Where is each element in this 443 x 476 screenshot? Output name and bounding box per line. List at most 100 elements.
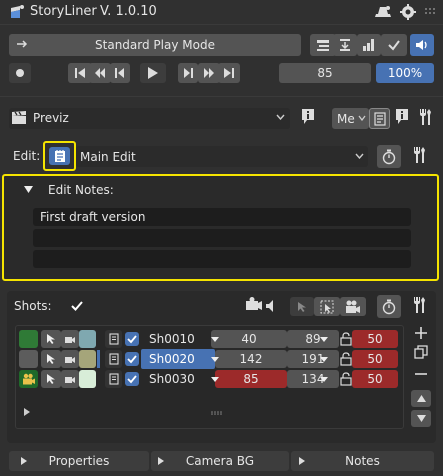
tab-camera-bg[interactable]: Camera BG [151, 451, 289, 471]
shot-notes-button[interactable] [105, 350, 122, 368]
shot-duration-field[interactable]: 50 [352, 330, 398, 348]
prev-frame-button[interactable] [110, 63, 130, 83]
list-resize-grip-icon[interactable] [211, 411, 223, 415]
edit-notes-toggle[interactable] [43, 141, 76, 171]
shot-enabled-checkbox[interactable] [125, 372, 139, 386]
shot-camera-swatch[interactable] [19, 370, 38, 388]
edit-tools-icon[interactable] [411, 146, 429, 166]
notepad-icon [54, 150, 65, 162]
shot-camera-button[interactable] [61, 330, 79, 348]
shot-lock-icon[interactable] [340, 352, 352, 366]
shot-name[interactable]: Sh0020 [149, 352, 195, 366]
sound-button[interactable] [410, 34, 434, 56]
duplicate-shot-icon[interactable] [414, 345, 428, 359]
hat-icon[interactable] [373, 3, 393, 21]
next-shot-button[interactable] [198, 63, 220, 83]
shot-notes-button[interactable] [105, 370, 122, 388]
camera-tool-button[interactable] [340, 297, 366, 316]
take-dropdown[interactable]: Previz [9, 108, 290, 129]
active-shot-marker [97, 350, 100, 368]
shot-start-field[interactable]: 142 [215, 350, 287, 368]
dropdown-arrow-icon[interactable] [10, 9, 18, 17]
shot-start-field[interactable]: 40 [211, 330, 287, 348]
shot-color-bar[interactable] [79, 330, 96, 348]
camera-sound-icon[interactable] [244, 297, 278, 315]
current-frame-field[interactable]: 85 [279, 63, 371, 83]
gear-icon[interactable] [399, 3, 417, 21]
check-button[interactable] [381, 34, 407, 56]
drag-handle-icon[interactable] [423, 6, 435, 18]
take-comment-icon[interactable] [394, 108, 412, 128]
stack-icon [317, 40, 329, 51]
shot-end-field[interactable]: 89 [287, 330, 339, 348]
shot-end-field[interactable]: 191 [287, 350, 339, 368]
prev-shot-button[interactable] [89, 63, 111, 83]
shot-select-button[interactable] [41, 330, 61, 348]
shot-name[interactable]: Sh0030 [149, 372, 195, 386]
tab-notes[interactable]: Notes [291, 451, 434, 471]
cursor-box-icon [320, 300, 334, 313]
play-mode-button[interactable]: Standard Play Mode [9, 34, 301, 56]
remove-shot-icon[interactable] [414, 367, 428, 381]
take-notes-button[interactable] [369, 108, 390, 129]
shot-select-button[interactable] [41, 370, 61, 388]
shot-color-swatch[interactable] [19, 330, 38, 348]
take-info-icon[interactable] [300, 108, 318, 128]
select-tool-button[interactable] [290, 297, 314, 316]
shot-end-field[interactable]: 134 [287, 370, 339, 388]
shots-enable-checkbox[interactable] [71, 300, 83, 312]
tab-properties[interactable]: Properties [9, 451, 149, 471]
record-button[interactable] [9, 63, 31, 83]
play-mode-label: Standard Play Mode [95, 38, 215, 52]
edit-timer-button[interactable] [377, 145, 401, 168]
shots-timer-button[interactable] [377, 295, 401, 318]
tools-icon[interactable] [417, 108, 435, 128]
me-dropdown[interactable]: Me [332, 108, 369, 129]
jump-end-button[interactable] [218, 63, 240, 83]
edit-notes-button[interactable] [49, 147, 70, 165]
playback-speed-field[interactable]: 100% [376, 63, 434, 83]
move-shot-up-button[interactable] [411, 390, 431, 407]
edit-dropdown[interactable]: Main Edit [76, 146, 368, 167]
film-camera-icon [346, 300, 360, 313]
shot-select-button[interactable] [41, 350, 61, 368]
shot-enabled-checkbox[interactable] [125, 352, 139, 366]
shot-end-value: 89 [305, 332, 321, 346]
shot-notes-button[interactable] [105, 330, 122, 348]
shots-tools-icon[interactable] [411, 296, 429, 316]
shot-notes-icon [108, 333, 119, 345]
play-button[interactable] [140, 63, 166, 83]
note-line-1[interactable]: First draft version [33, 208, 411, 226]
shot-color-swatch[interactable] [19, 350, 38, 368]
shot-lock-icon[interactable] [340, 372, 352, 386]
shot-lock-icon[interactable] [340, 332, 352, 346]
next-frame-button[interactable] [178, 63, 198, 83]
list-expand-triangle-icon[interactable] [24, 408, 30, 416]
shot-row[interactable]: Sh0010 40 89 50 [17, 329, 402, 349]
collapse-triangle-icon[interactable] [24, 186, 33, 194]
tab-triangle-icon [158, 457, 164, 465]
notes-icon [373, 111, 386, 126]
end-field-arrows [320, 335, 328, 389]
shot-duration-field[interactable]: 50 [352, 370, 398, 388]
note-line-3[interactable] [33, 250, 411, 268]
tab-notes-label: Notes [345, 454, 380, 468]
note-line-2[interactable] [33, 229, 411, 247]
shot-start-field-warning[interactable]: 85 [215, 370, 287, 388]
shot-row-selected[interactable]: Sh0020 142 191 50 [17, 349, 402, 369]
shot-camera-button[interactable] [61, 370, 79, 388]
select-active-button[interactable] [314, 297, 340, 316]
play-icon [148, 67, 158, 79]
shot-name[interactable]: Sh0010 [149, 332, 195, 346]
add-shot-icon[interactable] [414, 326, 428, 340]
move-shot-down-button[interactable] [411, 410, 431, 427]
shot-camera-button[interactable] [61, 350, 79, 368]
shot-color-bar[interactable] [79, 350, 96, 368]
bars-button[interactable] [357, 34, 381, 56]
shot-enabled-checkbox[interactable] [125, 332, 139, 346]
shot-duration-field[interactable]: 50 [352, 350, 398, 368]
shot-color-bar[interactable] [79, 370, 96, 388]
chevron-down-icon [276, 114, 285, 120]
align-button[interactable] [333, 34, 357, 56]
shot-row[interactable]: Sh0030 85 134 50 [17, 369, 402, 389]
